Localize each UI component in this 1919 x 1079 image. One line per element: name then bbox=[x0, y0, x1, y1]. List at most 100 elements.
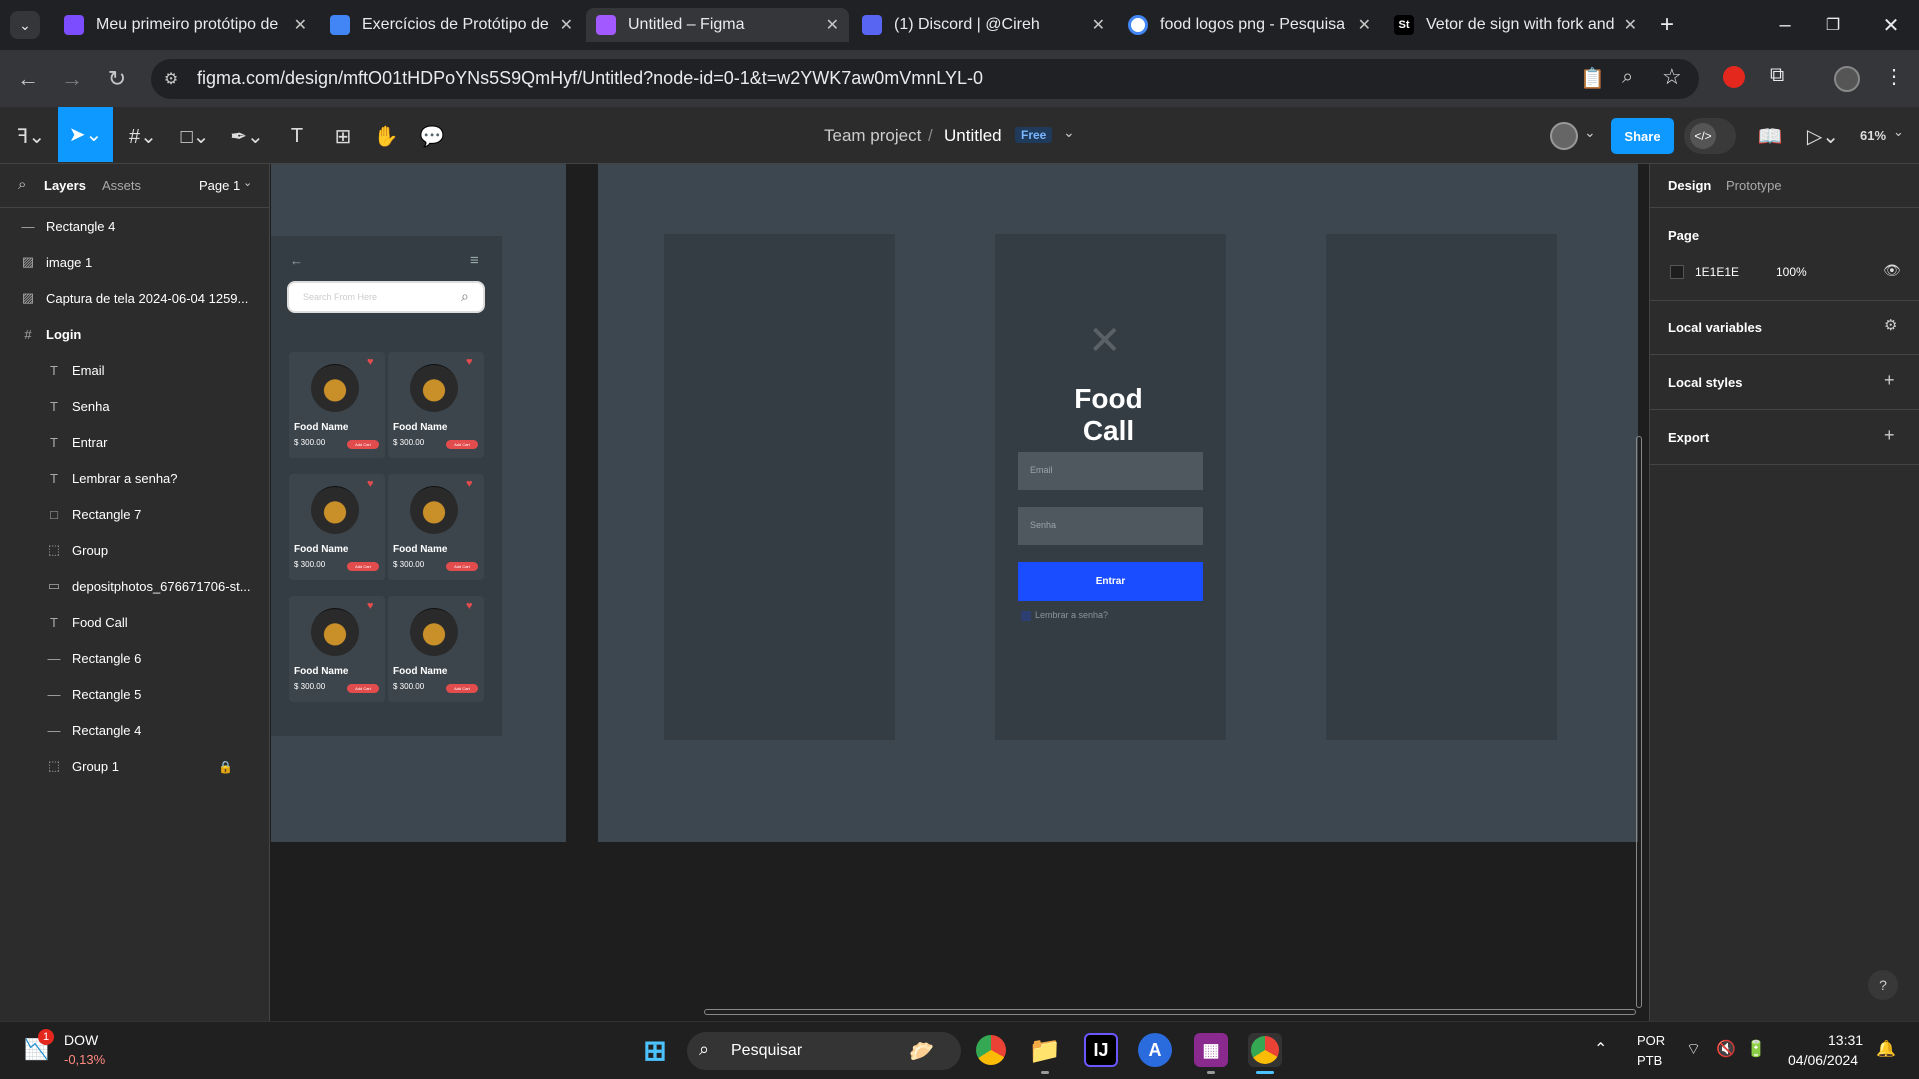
clipboard-icon[interactable]: 📋 bbox=[1580, 66, 1605, 91]
reload-icon[interactable]: ↻ bbox=[102, 64, 132, 94]
zoom-icon[interactable]: ⌕ bbox=[1622, 66, 1633, 89]
notification-bell-icon[interactable]: 🔔 bbox=[1876, 1039, 1896, 1059]
profile-avatar[interactable] bbox=[1834, 66, 1860, 92]
clock-time[interactable]: 13:31 bbox=[1828, 1032, 1863, 1048]
food-card[interactable]: ♥ Food Name $ 300.00 Add Cart bbox=[388, 352, 484, 458]
vertical-scrollbar[interactable] bbox=[1636, 436, 1642, 1008]
layer-row[interactable]: T Entrar bbox=[0, 424, 270, 460]
language-bottom[interactable]: PTB bbox=[1637, 1053, 1662, 1068]
page-opacity-value[interactable]: 100% bbox=[1776, 265, 1807, 279]
layer-row[interactable]: # Login bbox=[0, 316, 270, 352]
extension-red-icon[interactable] bbox=[1723, 66, 1745, 88]
add-style-icon[interactable]: + bbox=[1884, 370, 1895, 391]
close-tab-icon[interactable]: ✕ bbox=[1358, 15, 1371, 35]
add-cart-button[interactable]: Add Cart bbox=[446, 440, 478, 449]
layer-row[interactable]: ▭ depositphotos_676671706-st... bbox=[0, 568, 270, 604]
avatar-chevron-icon[interactable]: ⌄ bbox=[1584, 124, 1596, 141]
add-cart-button[interactable]: Add Cart bbox=[446, 684, 478, 693]
add-cart-button[interactable]: Add Cart bbox=[446, 562, 478, 571]
hand-tool-icon[interactable]: ✋ bbox=[372, 122, 400, 150]
comment-tool-icon[interactable]: 💬 bbox=[418, 122, 446, 150]
variables-settings-icon[interactable]: ⚙ bbox=[1884, 316, 1897, 334]
layer-row[interactable]: — Rectangle 5 bbox=[0, 676, 270, 712]
browser-tab[interactable]: (1) Discord | @Cireh ✕ bbox=[852, 8, 1115, 42]
password-field[interactable]: Senha bbox=[1018, 507, 1203, 545]
file-name[interactable]: Untitled bbox=[944, 126, 1002, 146]
url-text[interactable]: figma.com/design/mftO01tHDPoYNs5S9QmHyf/… bbox=[197, 68, 983, 89]
resources-icon[interactable]: ⊞ bbox=[330, 122, 356, 150]
layer-row[interactable]: ▨ Captura de tela 2024-06-04 1259... bbox=[0, 280, 270, 316]
food-card[interactable]: ♥ Food Name $ 300.00 Add Cart bbox=[289, 352, 385, 458]
extensions-puzzle-icon[interactable]: ⧉ bbox=[1770, 64, 1784, 87]
close-tab-icon[interactable]: ✕ bbox=[560, 15, 573, 35]
close-tab-icon[interactable]: ✕ bbox=[826, 15, 839, 35]
browser-tab[interactable]: food logos png - Pesquisa ✕ bbox=[1118, 8, 1381, 42]
tab-assets[interactable]: Assets bbox=[102, 178, 141, 193]
back-arrow-icon[interactable]: ← bbox=[290, 253, 303, 268]
tab-prototype[interactable]: Prototype bbox=[1726, 178, 1782, 193]
layer-row[interactable]: — Rectangle 4 bbox=[0, 208, 270, 244]
share-button[interactable]: Share bbox=[1611, 118, 1674, 154]
food-card[interactable]: ♥ Food Name $ 300.00 Add Cart bbox=[289, 474, 385, 580]
search-layers-icon[interactable]: ⌕ bbox=[18, 176, 26, 193]
tab-search-button[interactable]: ⌄ bbox=[10, 11, 40, 39]
tray-overflow-icon[interactable]: ⌃ bbox=[1594, 1039, 1607, 1059]
layer-row[interactable]: — Rectangle 4 bbox=[0, 712, 270, 748]
pen-tool-icon[interactable]: ✒⌄ bbox=[228, 122, 266, 150]
browser-tab[interactable]: Untitled – Figma ✕ bbox=[586, 8, 849, 42]
browser-tab[interactable]: Exercícios de Protótipo de ✕ bbox=[320, 8, 583, 42]
intellij-icon[interactable]: IJ bbox=[1084, 1033, 1118, 1067]
present-play-icon[interactable]: ▷⌄ bbox=[1806, 122, 1840, 150]
food-card[interactable]: ♥ Food Name $ 300.00 Add Cart bbox=[289, 596, 385, 702]
food-card[interactable]: ♥ Food Name $ 300.00 Add Cart bbox=[388, 474, 484, 580]
close-window-button[interactable]: ✕ bbox=[1876, 10, 1906, 40]
layer-row[interactable]: T Email bbox=[0, 352, 270, 388]
screen-placeholder-right[interactable] bbox=[1326, 234, 1557, 740]
add-cart-button[interactable]: Add Cart bbox=[347, 562, 379, 571]
heart-icon[interactable]: ♥ bbox=[466, 356, 473, 368]
layer-row[interactable]: T Lembrar a senha? bbox=[0, 460, 270, 496]
help-button[interactable]: ? bbox=[1868, 970, 1898, 1000]
hamburger-menu-icon[interactable]: ≡ bbox=[470, 252, 479, 269]
winrar-icon[interactable]: ▦ bbox=[1194, 1033, 1228, 1067]
zoom-level[interactable]: 61% bbox=[1860, 128, 1886, 143]
language-top[interactable]: POR bbox=[1637, 1033, 1665, 1048]
forward-icon[interactable]: → bbox=[57, 64, 87, 94]
close-tab-icon[interactable]: ✕ bbox=[1624, 15, 1637, 35]
taskbar-search[interactable]: ⌕ Pesquisar 🥟 bbox=[687, 1032, 961, 1070]
clock-date[interactable]: 04/06/2024 bbox=[1788, 1052, 1858, 1068]
chrome-profile-taskbar-icon[interactable] bbox=[1248, 1033, 1282, 1067]
login-button[interactable]: Entrar bbox=[1018, 562, 1203, 601]
chrome-menu-icon[interactable]: ⋮ bbox=[1884, 64, 1904, 89]
heart-icon[interactable]: ♥ bbox=[466, 478, 473, 490]
add-cart-button[interactable]: Add Cart bbox=[347, 440, 379, 449]
site-info-icon[interactable]: ⚙ bbox=[160, 68, 182, 90]
heart-icon[interactable]: ♥ bbox=[367, 478, 374, 490]
email-field[interactable]: Email bbox=[1018, 452, 1203, 490]
breadcrumb-team[interactable]: Team project bbox=[824, 126, 921, 146]
file-menu-chevron-icon[interactable]: ⌄ bbox=[1063, 124, 1075, 141]
page-chevron-icon[interactable]: ⌄ bbox=[243, 176, 252, 189]
user-avatar[interactable] bbox=[1550, 122, 1578, 150]
new-tab-button[interactable]: + bbox=[1652, 10, 1682, 40]
figma-menu-icon[interactable]: ꟻ⌄ bbox=[14, 122, 48, 150]
frame-tool-icon[interactable]: #⌄ bbox=[124, 122, 162, 150]
app-store-icon[interactable]: A bbox=[1138, 1033, 1172, 1067]
screen-placeholder-left[interactable] bbox=[664, 234, 895, 740]
file-explorer-icon[interactable]: 📁 bbox=[1028, 1033, 1062, 1067]
food-card[interactable]: ♥ Food Name $ 300.00 Add Cart bbox=[388, 596, 484, 702]
add-export-icon[interactable]: + bbox=[1884, 425, 1895, 446]
lock-icon[interactable]: 🔒 bbox=[218, 760, 233, 774]
wifi-icon[interactable]: ⌔ bbox=[1686, 1039, 1701, 1059]
move-tool-button[interactable]: ➤⌄ bbox=[58, 107, 113, 162]
chrome-taskbar-icon[interactable] bbox=[974, 1033, 1008, 1067]
close-tab-icon[interactable]: ✕ bbox=[1092, 15, 1105, 35]
battery-icon[interactable]: 🔋 bbox=[1746, 1039, 1766, 1059]
browser-tab[interactable]: St Vetor de sign with fork and ✕ bbox=[1384, 8, 1647, 42]
close-tab-icon[interactable]: ✕ bbox=[294, 15, 307, 35]
dev-mode-toggle[interactable]: </> bbox=[1684, 118, 1736, 154]
heart-icon[interactable]: ♥ bbox=[466, 600, 473, 612]
horizontal-scrollbar[interactable] bbox=[704, 1009, 1636, 1015]
back-icon[interactable]: ← bbox=[13, 64, 43, 94]
windows-start-icon[interactable]: ⊞ bbox=[638, 1033, 672, 1067]
